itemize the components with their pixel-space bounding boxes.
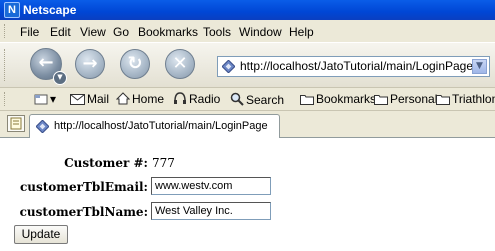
back-button[interactable]: ← ▼ bbox=[30, 48, 67, 85]
tab-loginpage[interactable]: http://localhost/JatoTutorial/main/Login… bbox=[29, 114, 280, 138]
customer-number-label: Customer #: bbox=[64, 156, 148, 170]
menu-bookmarks[interactable]: Bookmarks bbox=[138, 25, 198, 39]
email-label: customerTblEmail: bbox=[19, 180, 148, 194]
mail-label: Mail bbox=[87, 92, 110, 106]
reload-icon: ↻ bbox=[127, 53, 143, 74]
name-label: customerTblName: bbox=[19, 205, 148, 219]
title-bar: N Netscape bbox=[0, 0, 495, 20]
personal-toolbar: ▾ Mail Home Radio Search Bookmarks Perso… bbox=[0, 88, 495, 111]
bookmark-page-icon bbox=[10, 117, 22, 130]
toolbar-grip[interactable] bbox=[4, 92, 8, 106]
menu-view[interactable]: View bbox=[80, 25, 106, 39]
tab-label: http://localhost/JatoTutorial/main/Login… bbox=[54, 120, 268, 132]
bookmark-page-button[interactable] bbox=[7, 115, 25, 132]
toolbar-grip[interactable] bbox=[4, 24, 8, 38]
triathlon-folder-label: Triathlon bbox=[452, 92, 495, 106]
new-tab-button[interactable]: ▾ bbox=[34, 92, 56, 106]
window-title: Netscape bbox=[23, 3, 77, 17]
url-input[interactable]: http://localhost/JatoTutorial/main/Login… bbox=[240, 59, 473, 74]
personal-folder[interactable]: Personal bbox=[374, 92, 437, 106]
forward-arrow-icon: → bbox=[82, 53, 98, 74]
back-arrow-icon: ← bbox=[38, 52, 54, 73]
navigation-toolbar: ← ▼ → ↻ ✕ http://localhost/JatoTutorial/… bbox=[0, 42, 495, 88]
netscape-logo-icon: N bbox=[4, 2, 20, 18]
search-button[interactable]: Search bbox=[230, 92, 284, 107]
tab-icon bbox=[34, 94, 48, 105]
radio-label: Radio bbox=[189, 92, 221, 106]
triathlon-folder[interactable]: Triathlon bbox=[436, 92, 495, 106]
home-icon bbox=[116, 92, 130, 105]
page-favicon-icon bbox=[222, 60, 235, 73]
stop-icon: ✕ bbox=[172, 53, 188, 74]
menu-help[interactable]: Help bbox=[289, 25, 314, 39]
stop-button[interactable]: ✕ bbox=[165, 49, 195, 79]
page-content: Customer #: 777 customerTblEmail: www.we… bbox=[0, 138, 495, 251]
folder-icon bbox=[300, 95, 314, 105]
folder-icon bbox=[374, 95, 388, 105]
tab-bar: http://localhost/JatoTutorial/main/Login… bbox=[0, 111, 495, 138]
url-dropdown-icon[interactable]: ▼ bbox=[472, 59, 487, 74]
customer-number-value: 777 bbox=[152, 156, 175, 170]
menu-file[interactable]: File bbox=[20, 25, 39, 39]
name-field[interactable]: West Valley Inc. bbox=[151, 202, 271, 220]
mail-button[interactable]: Mail bbox=[70, 92, 109, 106]
menu-edit[interactable]: Edit bbox=[50, 25, 71, 39]
reload-button[interactable]: ↻ bbox=[120, 49, 150, 79]
search-label: Search bbox=[246, 93, 285, 107]
back-history-dropdown[interactable]: ▼ bbox=[53, 71, 67, 85]
email-field[interactable]: www.westv.com bbox=[151, 177, 271, 195]
toolbar-grip[interactable] bbox=[4, 49, 8, 81]
menu-tools[interactable]: Tools bbox=[203, 25, 231, 39]
home-button[interactable]: Home bbox=[116, 92, 164, 106]
bookmarks-folder-label: Bookmarks bbox=[316, 92, 377, 106]
menu-go[interactable]: Go bbox=[113, 25, 129, 39]
mail-icon bbox=[70, 94, 85, 105]
search-icon bbox=[230, 92, 244, 106]
email-row: customerTblEmail: www.westv.com bbox=[0, 176, 495, 198]
url-bar[interactable]: http://localhost/JatoTutorial/main/Login… bbox=[217, 56, 490, 77]
forward-button[interactable]: → bbox=[75, 49, 105, 79]
update-button[interactable]: Update bbox=[14, 225, 68, 244]
radio-button[interactable]: Radio bbox=[173, 92, 220, 106]
menu-window[interactable]: Window bbox=[239, 25, 282, 39]
customer-number-row: Customer #: 777 bbox=[0, 152, 495, 174]
bookmarks-folder[interactable]: Bookmarks bbox=[300, 92, 376, 106]
page-favicon-icon bbox=[36, 120, 49, 133]
headphones-icon bbox=[174, 92, 186, 104]
name-row: customerTblName: West Valley Inc. bbox=[0, 201, 495, 223]
personal-folder-label: Personal bbox=[390, 92, 438, 106]
menu-bar: File Edit View Go Bookmarks Tools Window… bbox=[0, 20, 495, 42]
home-label: Home bbox=[132, 92, 165, 106]
folder-icon bbox=[436, 95, 450, 105]
